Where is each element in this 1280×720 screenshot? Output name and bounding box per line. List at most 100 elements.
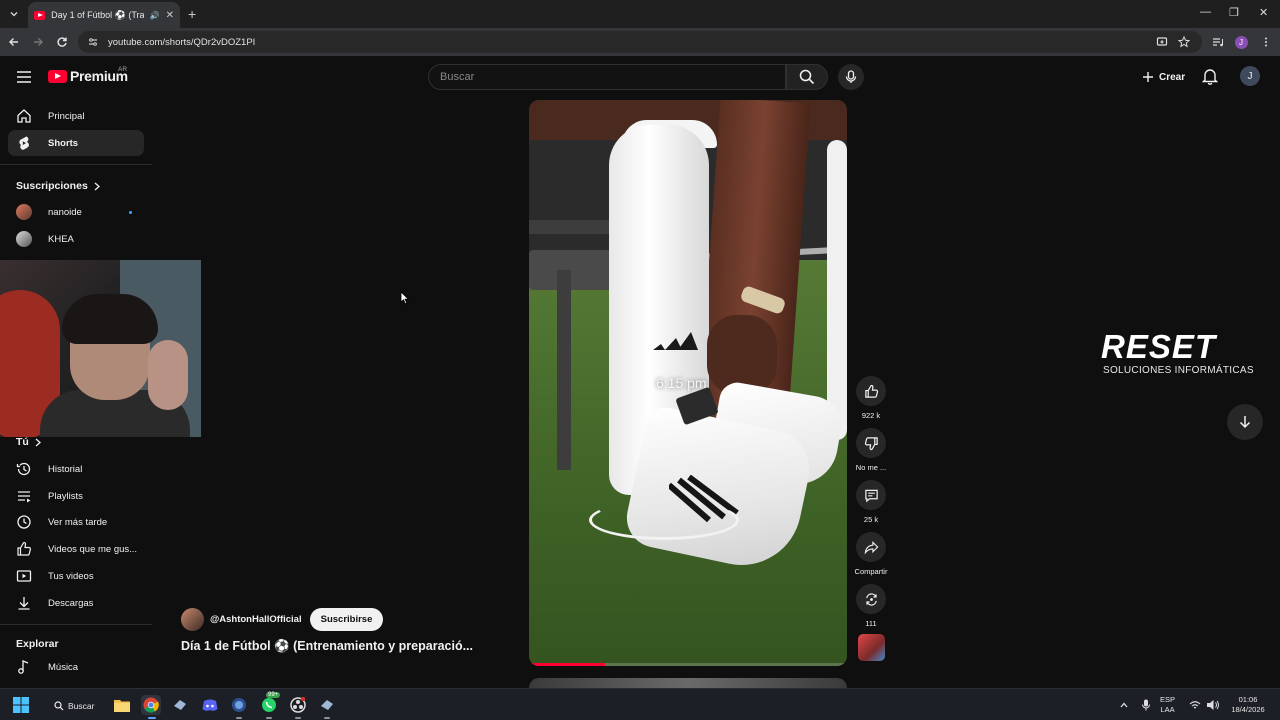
youtube-premium-logo[interactable]: Premium AR — [48, 66, 128, 84]
speaker-icon[interactable]: 🔊 — [150, 11, 160, 20]
subscriptions-heading[interactable]: Suscripciones — [16, 180, 100, 192]
sidebar-item-liked-videos[interactable]: Videos que me gus... — [8, 536, 144, 562]
site-info-icon[interactable] — [88, 37, 98, 47]
tray-overflow-icon[interactable] — [1116, 695, 1132, 715]
install-app-icon[interactable] — [1154, 34, 1170, 50]
watermark-logo: RESET — [1101, 328, 1216, 366]
new-tab-button[interactable]: + — [188, 6, 196, 22]
reload-icon — [57, 37, 67, 47]
language-layout: LAA — [1160, 705, 1175, 714]
search-input[interactable]: Buscar — [428, 64, 786, 90]
youtube-favicon-icon — [34, 10, 46, 20]
browser-tab-strip: Day 1 of Fútbol ⚽ (Trainin 🔊 ✕ + — ❐ ✕ — [0, 0, 1280, 28]
file-explorer-icon[interactable] — [112, 695, 132, 715]
steam-running-icon[interactable] — [317, 695, 337, 715]
obs-icon[interactable] — [288, 695, 308, 715]
channel-avatar — [16, 204, 32, 220]
share-button[interactable]: Compartir — [855, 532, 887, 576]
country-code: AR — [118, 66, 128, 73]
browser-menu-icon[interactable] — [1258, 34, 1274, 50]
video-time-overlay: 6:15 pm — [656, 375, 707, 391]
browser-tab[interactable]: Day 1 of Fútbol ⚽ (Trainin 🔊 ✕ — [28, 2, 180, 28]
sidebar-item-musica[interactable]: Música — [8, 654, 144, 680]
taskbar-search[interactable]: Buscar — [46, 696, 106, 715]
sidebar-item-historial[interactable]: Historial — [8, 456, 144, 482]
channel-avatar[interactable] — [181, 608, 204, 631]
webcam-overlay — [0, 260, 201, 437]
like-button[interactable]: 922 k — [855, 376, 887, 420]
tab-search-button[interactable] — [4, 4, 24, 24]
restore-button[interactable]: ❐ — [1229, 6, 1239, 19]
sidebar-item-shorts[interactable]: Shorts — [8, 130, 144, 156]
sidebar-item-descargas[interactable]: Descargas — [8, 590, 144, 616]
watch-later-icon — [16, 514, 32, 530]
tab-close-icon[interactable]: ✕ — [166, 10, 174, 21]
search-icon — [799, 69, 815, 85]
browser-app-icon[interactable] — [229, 695, 249, 715]
discord-icon[interactable] — [200, 695, 220, 715]
short-title[interactable]: Día 1 de Fútbol ⚽ (Entrenamiento y prepa… — [181, 639, 473, 654]
comments-button[interactable]: 25 k — [855, 480, 887, 524]
clock-date: 18/4/2026 — [1231, 705, 1265, 714]
create-label: Crear — [1159, 71, 1186, 83]
volume-icon[interactable] — [1205, 695, 1221, 715]
account-avatar[interactable]: J — [1240, 66, 1260, 86]
sidebar-item-label: Descargas — [48, 597, 94, 609]
subscriptions-heading-label: Suscripciones — [16, 180, 88, 192]
input-language[interactable]: ESP LAA — [1160, 695, 1175, 715]
dislike-button[interactable]: No me ... — [855, 428, 887, 472]
subscription-label: KHEA — [48, 233, 74, 245]
sidebar-item-label: Música — [48, 661, 79, 673]
reload-button[interactable] — [54, 34, 70, 50]
comment-icon — [864, 489, 878, 502]
voice-search-button[interactable] — [838, 64, 864, 90]
chrome-icon[interactable] — [141, 695, 161, 715]
back-button[interactable] — [6, 34, 22, 50]
sidebar-item-ver-mas-tarde[interactable]: Ver más tarde — [8, 509, 144, 535]
you-heading[interactable]: Tú — [16, 436, 41, 448]
plus-icon — [1143, 72, 1153, 82]
sidebar-item-label: Shorts — [48, 137, 79, 149]
next-short-button[interactable] — [1227, 404, 1263, 440]
new-content-dot — [129, 211, 132, 214]
start-button[interactable] — [13, 697, 29, 713]
close-window-button[interactable]: ✕ — [1259, 6, 1268, 19]
microphone-icon — [845, 70, 857, 83]
windows-taskbar: Buscar 99+ ESP LAA 01:06 18/4/2026 — [0, 688, 1280, 720]
subscribe-button[interactable]: Suscribirse — [309, 608, 384, 631]
subscription-khea[interactable]: KHEA — [8, 226, 144, 252]
language-code: ESP — [1160, 695, 1176, 704]
profile-button[interactable]: J — [1233, 34, 1249, 50]
your-videos-icon — [16, 568, 32, 584]
guide-menu-button[interactable] — [16, 70, 32, 84]
subscription-nanoide[interactable]: nanoide — [8, 199, 144, 225]
bookmark-star-icon[interactable] — [1176, 34, 1192, 50]
url-text: youtube.com/shorts/QDr2vDOZ1PI — [108, 36, 256, 48]
notifications-button[interactable] — [1202, 68, 1218, 85]
video-progress-bar[interactable] — [529, 663, 847, 666]
steam-icon[interactable] — [170, 695, 190, 715]
search-placeholder: Buscar — [440, 71, 475, 83]
clock[interactable]: 01:06 18/4/2026 — [1228, 695, 1268, 715]
microphone-tray-icon[interactable] — [1138, 695, 1154, 715]
sound-thumbnail[interactable] — [858, 634, 885, 661]
sidebar-item-principal[interactable]: Principal — [8, 103, 144, 129]
channel-name[interactable]: @AshtonHallOfficial — [210, 614, 302, 625]
sidebar-item-tus-videos[interactable]: Tus videos — [8, 563, 144, 589]
chevron-down-icon — [10, 12, 18, 17]
sidebar-item-playlists[interactable]: Playlists — [8, 483, 144, 509]
whatsapp-icon[interactable] — [259, 695, 279, 715]
minimize-button[interactable]: — — [1200, 6, 1211, 18]
forward-button[interactable] — [30, 34, 46, 50]
media-controls-icon[interactable] — [1210, 34, 1226, 50]
remix-button[interactable]: 111 — [855, 584, 887, 628]
address-bar[interactable]: youtube.com/shorts/QDr2vDOZ1PI — [78, 31, 1202, 53]
divider — [0, 164, 152, 165]
sidebar-item-label: Videos que me gus... — [48, 543, 138, 555]
search-button[interactable] — [786, 64, 828, 90]
share-icon — [864, 540, 878, 555]
shorts-video-player[interactable]: 6:15 pm — [529, 100, 847, 666]
create-button[interactable]: Crear — [1132, 66, 1195, 88]
remix-count: 111 — [865, 619, 877, 628]
wifi-icon[interactable] — [1188, 695, 1202, 715]
